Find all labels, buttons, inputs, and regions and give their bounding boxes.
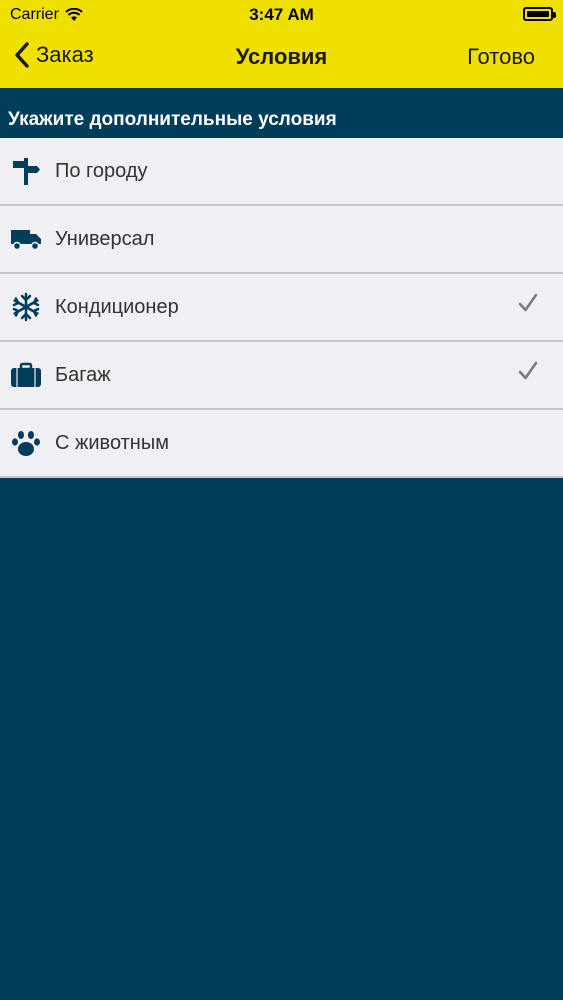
option-air-conditioner[interactable]: Кондиционер bbox=[0, 274, 563, 342]
suitcase-icon bbox=[10, 359, 42, 391]
paw-icon bbox=[10, 427, 42, 459]
option-with-pet[interactable]: С животным bbox=[0, 410, 563, 478]
navigation-bar: Carrier 3:47 AM Заказ Условия Готово bbox=[0, 0, 563, 88]
option-station-wagon[interactable]: Универсал bbox=[0, 206, 563, 274]
options-list: По городу Универсал Кондиционер Багаж С … bbox=[0, 138, 563, 478]
option-label: Кондиционер bbox=[55, 296, 179, 318]
status-bar: Carrier 3:47 AM bbox=[0, 0, 563, 30]
section-header: Укажите дополнительные условия bbox=[0, 100, 563, 137]
option-city[interactable]: По городу bbox=[0, 138, 563, 206]
nav-header: Заказ Условия Готово bbox=[0, 30, 563, 88]
option-label: С животным bbox=[55, 432, 169, 454]
checkmark-icon bbox=[518, 361, 538, 380]
clock: 3:47 AM bbox=[249, 5, 314, 24]
battery-icon bbox=[523, 7, 556, 21]
option-label: По городу bbox=[55, 160, 148, 182]
snowflake-icon bbox=[10, 291, 42, 323]
done-button[interactable]: Готово bbox=[467, 44, 535, 70]
back-button[interactable]: Заказ bbox=[14, 42, 94, 68]
option-label: Багаж bbox=[55, 364, 111, 386]
option-luggage[interactable]: Багаж bbox=[0, 342, 563, 410]
option-label: Универсал bbox=[55, 228, 155, 250]
checkmark-icon bbox=[518, 293, 538, 312]
truck-icon bbox=[10, 223, 42, 255]
chevron-left-icon bbox=[15, 42, 29, 68]
back-button-label: Заказ bbox=[36, 42, 94, 67]
signpost-icon bbox=[10, 155, 42, 187]
section-header-label: Укажите дополнительные условия bbox=[8, 109, 337, 130]
